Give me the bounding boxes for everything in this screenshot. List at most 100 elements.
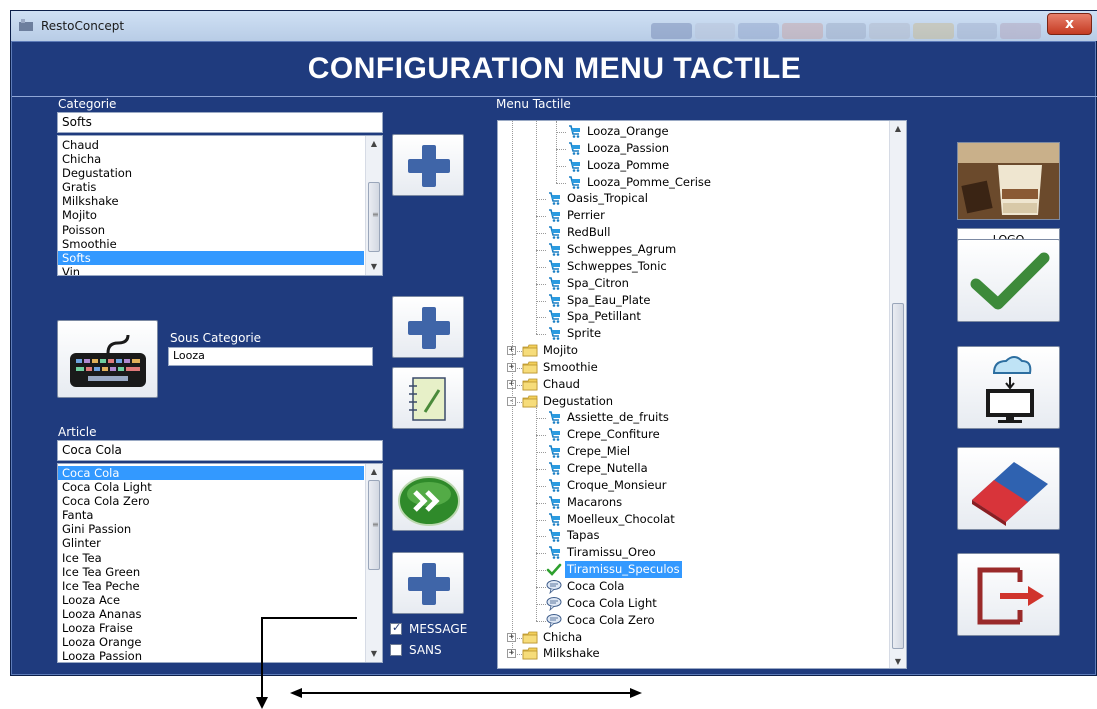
tree-node-label: Looza_Orange [587,124,669,138]
tree-scrollbar[interactable]: ▲ ▼ [889,121,906,668]
cart-icon [549,411,560,425]
tree-node-label: Tiramissu_Oreo [567,545,656,560]
edit-button[interactable] [392,367,464,429]
tree-connector [536,418,546,420]
list-item[interactable]: Vin [58,265,364,275]
list-item[interactable]: Degustation [58,166,364,180]
tree-node-label: Smoothie [543,359,598,374]
list-item[interactable]: Mojito [58,208,364,222]
sans-checkbox[interactable]: SANS [390,643,490,659]
list-item[interactable]: Milkshake [58,194,364,208]
message-checkbox[interactable]: MESSAGE [390,621,490,638]
list-item[interactable]: Smoothie [58,237,364,251]
tree-connector [536,570,546,572]
plus-icon [408,563,450,605]
list-item[interactable]: Looza Ace [58,593,364,607]
transfer-button[interactable] [392,469,464,531]
exit-button[interactable] [957,553,1060,636]
categorie-label: Categorie [58,97,117,111]
list-item[interactable]: Gini Passion [58,522,364,536]
scroll-thumb[interactable]: ≡ [368,480,380,570]
scroll-down-arrow-icon[interactable]: ▼ [890,654,906,668]
menu-tactile-label: Menu Tactile [496,97,571,111]
categorie-field[interactable]: Softs [57,112,383,133]
folder-icon [522,378,538,391]
cloud-sync-button[interactable] [957,346,1060,429]
list-item[interactable]: Poisson [58,223,364,237]
list-item[interactable]: Gratis [58,180,364,194]
list-item[interactable]: Looza Fraise [58,621,364,635]
tree-node-label: Schweppes_Tonic [567,258,667,273]
list-item[interactable]: Chicha [58,152,364,166]
cart-icon [549,546,560,560]
categorie-items: Chaud Chicha Degustation Gratis Milkshake Moj… [58,138,364,275]
tree-node-label: Chicha [543,629,583,644]
validate-button[interactable] [957,239,1060,322]
sous-categorie-label: Sous Categorie [170,331,262,345]
tree-connector [536,233,546,235]
list-item[interactable]: Softs [58,250,364,265]
tree-node-label: Moelleux_Chocolat [567,511,675,526]
scroll-up-arrow-icon[interactable]: ▲ [890,121,906,137]
tree-node-label: Sprite [567,326,602,341]
scroll-down-arrow-icon[interactable]: ▼ [366,259,382,275]
tree-connector [536,216,546,218]
close-button[interactable]: x [1047,13,1092,35]
scroll-thumb[interactable]: ≡ [368,182,380,252]
list-item[interactable]: Coca Cola [58,466,364,481]
language-flags [651,23,1042,39]
add-article-button[interactable] [392,552,464,614]
list-item[interactable]: Looza Passion [58,649,364,662]
tree-node-label: Mojito [543,343,578,358]
tree-node-label: Spa_Citron [567,275,629,290]
eraser-button[interactable] [957,447,1060,530]
cart-icon [569,175,580,189]
list-item[interactable]: Ice Tea Peche [58,579,364,593]
list-item[interactable]: Fanta [58,508,364,522]
add-sous-categorie-button[interactable] [392,296,464,358]
list-item[interactable]: Coca Cola Zero [58,494,364,508]
article-field[interactable]: Coca Cola [57,440,383,461]
sous-categorie-field[interactable]: Looza [168,347,373,366]
list-item[interactable]: Chaud [58,138,364,152]
categorie-scrollbar[interactable]: ▲ ≡ ▼ [365,136,382,275]
menu-tactile-tree[interactable]: ▲ ▼ Looza_Orange Looza_Passion Looza_Pomme… [497,120,907,669]
scroll-up-arrow-icon[interactable]: ▲ [366,136,382,152]
cart-icon [549,529,560,543]
sans-checkbox-box[interactable] [390,644,402,656]
cart-icon [549,192,560,206]
window-title: RestoConcept [41,19,125,33]
keyboard-button[interactable] [57,320,158,398]
tree-node-label: Crepe_Nutella [567,461,648,475]
scroll-down-arrow-icon[interactable]: ▼ [366,646,382,662]
article-items: Coca Cola Coca Cola Light Coca Cola Zero Fa… [58,466,364,662]
tree-connector [536,199,546,201]
add-categorie-button[interactable] [392,134,464,196]
article-scrollbar[interactable]: ▲ ≡ ▼ [365,464,382,662]
list-item[interactable]: Glinter [58,536,364,550]
tree-scroll-thumb[interactable] [892,303,904,649]
scroll-up-arrow-icon[interactable]: ▲ [366,464,382,480]
list-item[interactable]: Looza Ananas [58,607,364,621]
cart-icon [549,479,560,492]
tree-node-label: Looza_Pomme_Cerise [587,174,711,189]
list-item[interactable]: Ice Tea Green [58,565,364,579]
tree-connector [536,334,546,336]
tree-node-label: Looza_Passion [587,140,670,155]
message-icon [546,613,562,628]
exit-icon [977,567,1044,625]
annotation-arrowhead-down [256,697,268,709]
cart-icon [549,276,560,290]
tree-node-label: Milkshake [543,646,600,661]
list-item[interactable]: Looza Orange [58,635,364,649]
annotation-arrowhead-right [630,688,642,698]
tree-connector [536,469,546,470]
message-checkbox-box[interactable] [390,621,402,635]
article-list[interactable]: Coca Cola Coca Cola Light Coca Cola Zero Fa… [57,463,383,663]
cart-icon [569,158,580,172]
categorie-list[interactable]: Chaud Chicha Degustation Gratis Milkshake Moj… [57,135,383,276]
list-item[interactable]: Ice Tea [58,551,364,565]
cart-icon [569,142,580,155]
page-title: CONFIGURATION MENU TACTILE [307,52,802,85]
list-item[interactable]: Coca Cola Light [58,480,364,494]
